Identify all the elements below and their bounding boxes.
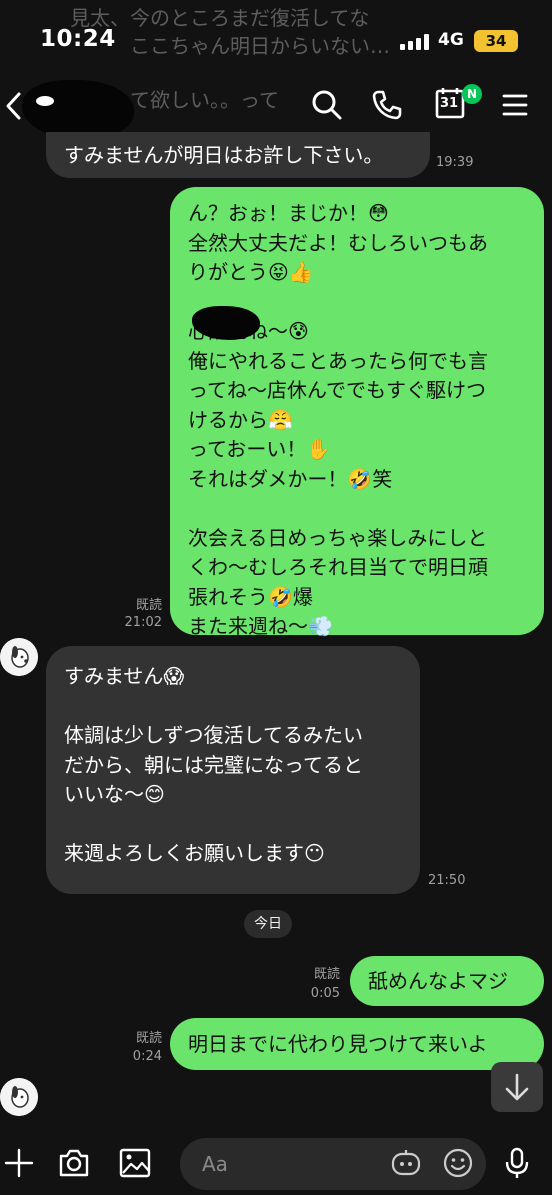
message-bubble-outgoing[interactable]: ん？おぉ！まじか！😳 全然大丈夫だよ！むしろいつもあ りがとう😝👍 心配だね〜😰…	[170, 187, 544, 638]
microphone-icon	[505, 1147, 529, 1178]
background-preview-line-3: て欲しい。。って	[130, 88, 279, 112]
phone-icon	[372, 90, 402, 120]
emoji-button[interactable]	[442, 1147, 476, 1181]
plus-icon	[4, 1148, 34, 1178]
call-button[interactable]	[370, 88, 404, 122]
dog-avatar-icon	[0, 638, 38, 676]
menu-button[interactable]	[500, 88, 534, 122]
message-bubble-outgoing[interactable]: 舐めんなよマジ	[350, 956, 544, 1006]
calendar-day: 31	[440, 96, 459, 111]
image-icon	[119, 1148, 151, 1178]
network-type: 4G	[438, 30, 464, 50]
search-icon	[312, 90, 342, 120]
contact-avatar[interactable]	[0, 1078, 38, 1116]
emoji-icon	[443, 1148, 473, 1178]
message-input[interactable]	[180, 1138, 486, 1190]
plus-button[interactable]	[2, 1146, 36, 1180]
message-time: 21:50	[428, 873, 466, 888]
voice-button[interactable]	[502, 1146, 536, 1180]
message-bubble-incoming[interactable]: すみませんが明日はお許し下さい。	[46, 132, 430, 178]
message-time: 0:24	[132, 1049, 162, 1064]
date-separator: 今日	[244, 910, 292, 938]
calendar-new-badge: N	[462, 84, 482, 104]
camera-icon	[59, 1149, 89, 1177]
redaction-mark	[36, 96, 54, 106]
read-receipt: 既読	[135, 598, 162, 613]
menu-icon	[502, 94, 528, 116]
message-bubble-outgoing[interactable]: 明日までに代わり見つけて来いよ	[170, 1018, 544, 1070]
scroll-to-bottom-button[interactable]	[491, 1062, 543, 1112]
search-button[interactable]	[310, 88, 344, 122]
message-bubble-incoming[interactable]: すみません😱 体調は少しずつ復活してるみたい だから、朝には完璧になってると い…	[46, 646, 420, 894]
dog-avatar-icon	[0, 1078, 38, 1116]
contact-avatar[interactable]	[0, 638, 38, 676]
battery-indicator: 34	[474, 30, 518, 52]
contact-name-redaction	[22, 80, 134, 140]
background-preview-line-2: ここちゃん明日からいない…	[130, 34, 390, 58]
arrow-down-icon	[505, 1073, 529, 1101]
camera-button[interactable]	[57, 1146, 91, 1180]
message-time: 0:05	[310, 986, 340, 1001]
message-time: 19:39	[436, 155, 474, 170]
sticker-icon	[391, 1150, 421, 1176]
image-button[interactable]	[118, 1146, 152, 1180]
message-time: 21:02	[124, 615, 162, 630]
read-receipt: 既読	[135, 1031, 162, 1046]
sticker-button[interactable]	[390, 1147, 424, 1181]
signal-icon	[400, 34, 434, 50]
status-time: 10:24	[40, 26, 116, 52]
read-receipt: 既読	[313, 967, 340, 982]
